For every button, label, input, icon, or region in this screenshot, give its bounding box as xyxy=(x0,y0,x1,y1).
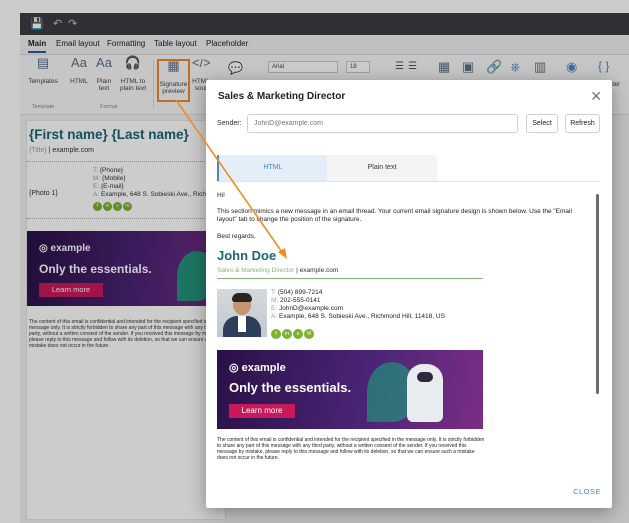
app-root: 💾 ↶ ↷ Main Email layout Formatting Table… xyxy=(0,0,629,523)
contact-email: E: JohnD@example.com xyxy=(271,305,344,312)
contact-mobile: M: 202-555-0141 xyxy=(271,297,321,304)
contact-phone: T: (504) 899-7214 xyxy=(271,289,323,296)
signature-social-row: f in x ✉ xyxy=(271,325,315,343)
signature-name: John Doe xyxy=(217,248,277,263)
preview-content[interactable]: Hi! This section mimics a new message in… xyxy=(217,192,597,474)
sender-label: Sender: xyxy=(217,120,242,127)
preview-intro: This section mimics a new message in an … xyxy=(217,208,572,223)
facebook-icon[interactable]: f xyxy=(271,328,281,339)
linkedin-icon[interactable]: in xyxy=(282,328,292,339)
sender-input[interactable] xyxy=(247,114,518,133)
contact-address: A: Example, 648 S. Sobieski Ave., Richmo… xyxy=(271,313,445,320)
signature-disclaimer: The content of this email is confidentia… xyxy=(217,437,485,461)
signature-title-line: Sales & Marketing Director | example.com xyxy=(217,267,338,274)
close-icon[interactable]: ✕ xyxy=(590,88,602,105)
close-button[interactable]: CLOSE xyxy=(573,487,601,496)
signature-rule xyxy=(217,278,483,279)
email-preview-dialog: Sales & Marketing Director ✕ Sender: Sel… xyxy=(206,80,612,508)
mail-icon[interactable]: ✉ xyxy=(304,328,314,339)
tab-html[interactable]: HTML xyxy=(217,155,327,181)
signature-site: | example.com xyxy=(294,267,339,274)
banner-learn-more-button[interactable]: Learn more xyxy=(229,404,295,418)
dialog-title: Sales & Marketing Director xyxy=(218,91,346,102)
preview-regards: Best regards, xyxy=(217,233,256,240)
x-icon[interactable]: x xyxy=(293,328,303,339)
signature-title: Sales & Marketing Director xyxy=(217,267,295,274)
signature-banner[interactable]: ◎ example Only the essentials. Learn mor… xyxy=(217,350,483,429)
tab-divider xyxy=(217,181,600,182)
signature-contact-lines: T: (504) 899-7214 M: 202-555-0141 E: Joh… xyxy=(271,289,445,321)
select-button[interactable]: Select xyxy=(526,114,558,133)
refresh-button[interactable]: Refresh xyxy=(565,114,600,133)
tab-plain-text[interactable]: Plain text xyxy=(327,155,437,181)
preview-scrollbar[interactable] xyxy=(596,194,599,394)
banner-logo: ◎ example xyxy=(229,362,286,374)
preview-greeting: Hi! xyxy=(217,192,225,199)
banner-headline: Only the essentials. xyxy=(229,380,352,395)
signature-photo xyxy=(217,289,267,337)
